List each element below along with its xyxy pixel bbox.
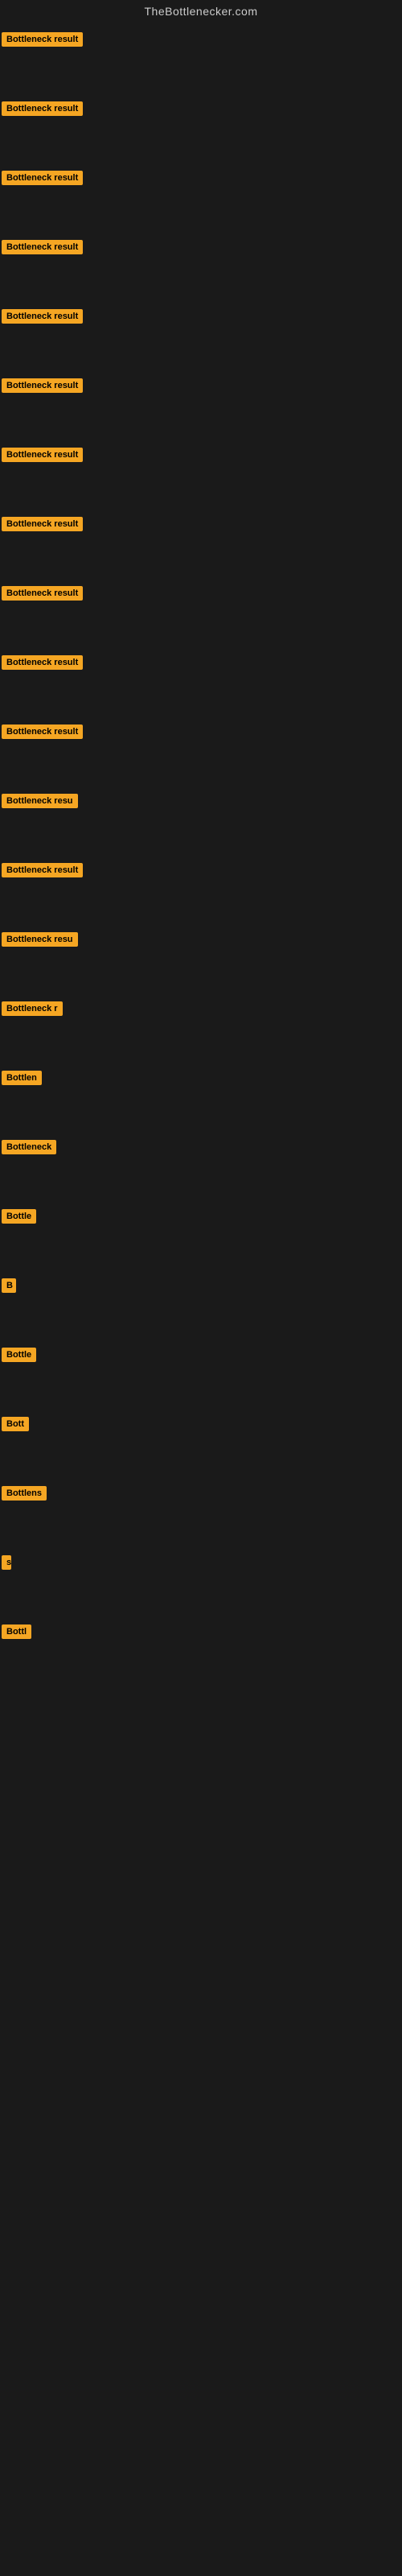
badge-row-22: Bottlens xyxy=(2,1486,402,1510)
badge-row-10: Bottleneck result xyxy=(2,655,402,679)
bottleneck-badge-22[interactable]: Bottlens xyxy=(2,1486,47,1501)
bottleneck-badge-21[interactable]: Bott xyxy=(2,1417,29,1431)
badge-row-6: Bottleneck result xyxy=(2,378,402,402)
badge-row-20: Bottle xyxy=(2,1348,402,1372)
badge-row-4: Bottleneck result xyxy=(2,240,402,264)
badge-row-2: Bottleneck result xyxy=(2,101,402,126)
badge-row-13: Bottleneck result xyxy=(2,863,402,887)
bottleneck-badge-20[interactable]: Bottle xyxy=(2,1348,36,1362)
badge-row-23: s xyxy=(2,1555,402,1579)
badge-row-1: Bottleneck result xyxy=(2,32,402,56)
bottleneck-badge-24[interactable]: Bottl xyxy=(2,1624,31,1639)
badge-row-11: Bottleneck result xyxy=(2,724,402,749)
bottleneck-badge-9[interactable]: Bottleneck result xyxy=(2,586,83,601)
bottleneck-badge-13[interactable]: Bottleneck result xyxy=(2,863,83,877)
badge-row-16: Bottlen xyxy=(2,1071,402,1095)
badge-row-9: Bottleneck result xyxy=(2,586,402,610)
bottleneck-badge-18[interactable]: Bottle xyxy=(2,1209,36,1224)
bottleneck-badge-11[interactable]: Bottleneck result xyxy=(2,724,83,739)
badge-row-17: Bottleneck xyxy=(2,1140,402,1164)
badge-row-3: Bottleneck result xyxy=(2,171,402,195)
badge-row-5: Bottleneck result xyxy=(2,309,402,333)
badge-row-24: Bottl xyxy=(2,1624,402,1649)
badge-row-12: Bottleneck resu xyxy=(2,794,402,818)
bottleneck-badge-10[interactable]: Bottleneck result xyxy=(2,655,83,670)
site-title: TheBottlenecker.com xyxy=(0,0,402,26)
bottleneck-badge-16[interactable]: Bottlen xyxy=(2,1071,42,1085)
bottleneck-badge-4[interactable]: Bottleneck result xyxy=(2,240,83,254)
bottleneck-badge-12[interactable]: Bottleneck resu xyxy=(2,794,78,808)
badge-row-7: Bottleneck result xyxy=(2,448,402,472)
badge-row-15: Bottleneck r xyxy=(2,1001,402,1026)
badge-row-21: Bott xyxy=(2,1417,402,1441)
bottleneck-badge-6[interactable]: Bottleneck result xyxy=(2,378,83,393)
bottleneck-badge-1[interactable]: Bottleneck result xyxy=(2,32,83,47)
bottleneck-badge-14[interactable]: Bottleneck resu xyxy=(2,932,78,947)
bottleneck-badge-19[interactable]: B xyxy=(2,1278,16,1293)
badge-row-18: Bottle xyxy=(2,1209,402,1233)
bottleneck-badge-5[interactable]: Bottleneck result xyxy=(2,309,83,324)
badge-row-19: B xyxy=(2,1278,402,1302)
bottleneck-badge-17[interactable]: Bottleneck xyxy=(2,1140,56,1154)
badges-container: Bottleneck result Bottleneck result Bottle… xyxy=(0,32,402,1649)
bottleneck-badge-8[interactable]: Bottleneck result xyxy=(2,517,83,531)
badge-row-14: Bottleneck resu xyxy=(2,932,402,956)
bottleneck-badge-15[interactable]: Bottleneck r xyxy=(2,1001,63,1016)
bottleneck-badge-7[interactable]: Bottleneck result xyxy=(2,448,83,462)
bottleneck-badge-3[interactable]: Bottleneck result xyxy=(2,171,83,185)
bottleneck-badge-23[interactable]: s xyxy=(2,1555,11,1570)
badge-row-8: Bottleneck result xyxy=(2,517,402,541)
bottleneck-badge-2[interactable]: Bottleneck result xyxy=(2,101,83,116)
